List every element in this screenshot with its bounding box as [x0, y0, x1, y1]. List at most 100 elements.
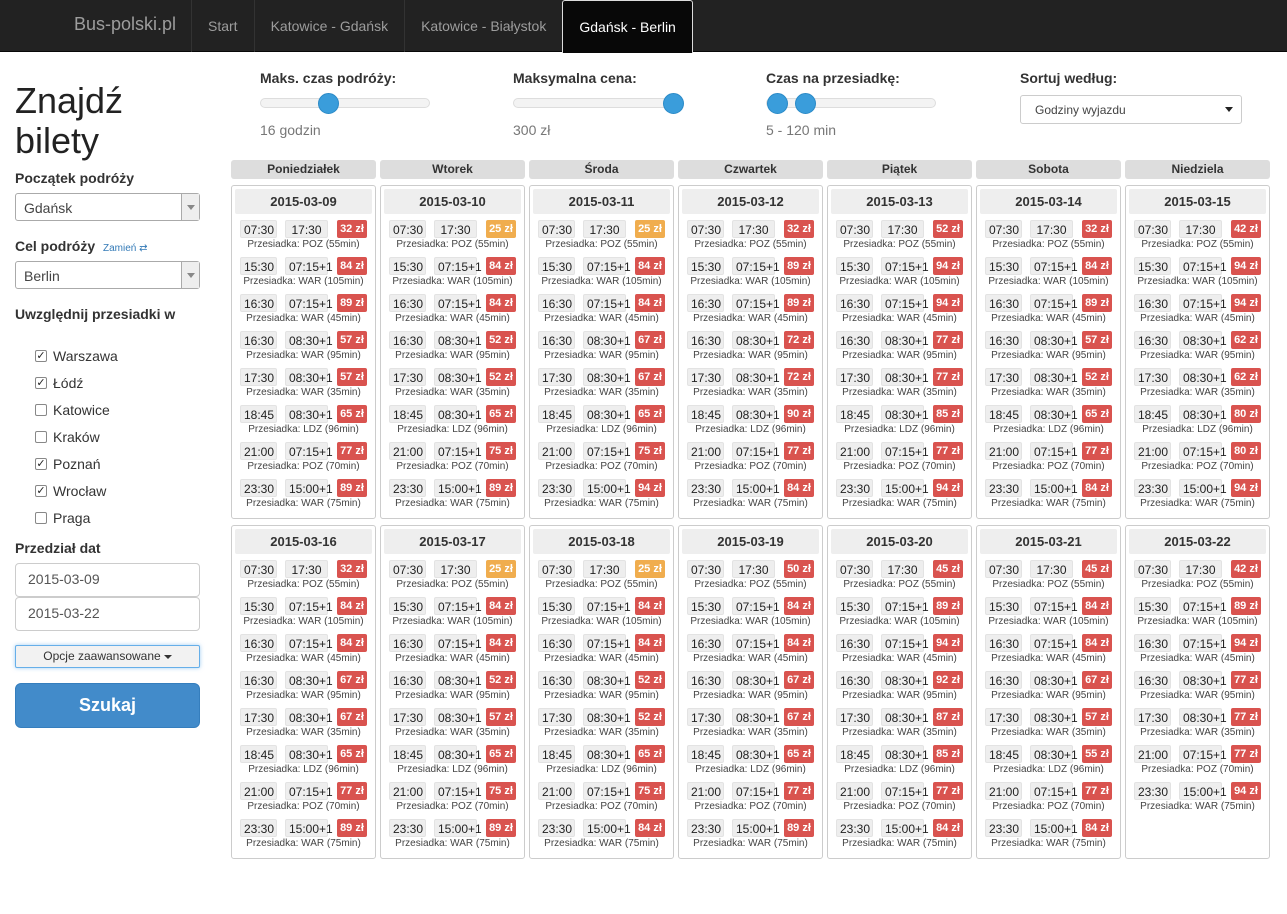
trip-item[interactable]: 23:30 15:00+1 84 zł Przesiadka: WAR (75min): [533, 818, 670, 855]
price-badge[interactable]: 75 zł: [486, 441, 516, 460]
trip-item[interactable]: 23:30 15:00+1 89 zł Przesiadka: WAR (75min): [384, 818, 521, 855]
trip-item[interactable]: 23:30 15:00+1 84 zł Przesiadka: WAR (75min): [980, 478, 1117, 515]
nav-katowice-bialystok[interactable]: Katowice - Białystok: [404, 0, 562, 52]
max-time-slider[interactable]: [260, 93, 430, 114]
price-badge[interactable]: 84 zł: [486, 596, 516, 615]
trip-item[interactable]: 15:30 07:15+1 84 zł Przesiadka: WAR (105min…: [533, 256, 670, 293]
price-badge[interactable]: 32 zł: [784, 219, 814, 238]
slider-handle[interactable]: [663, 93, 684, 114]
price-badge[interactable]: 67 zł: [784, 707, 814, 726]
price-badge[interactable]: 84 zł: [1082, 596, 1112, 615]
price-badge[interactable]: 55 zł: [1082, 744, 1112, 763]
trip-item[interactable]: 07:30 17:30 45 zł Przesiadka: POZ (55min): [980, 559, 1117, 596]
price-badge[interactable]: 52 zł: [1082, 367, 1112, 386]
price-badge[interactable]: 65 zł: [486, 404, 516, 423]
price-badge[interactable]: 62 zł: [1231, 367, 1261, 386]
trip-item[interactable]: 15:30 07:15+1 89 zł Przesiadka: WAR (105min…: [682, 256, 819, 293]
price-badge[interactable]: 77 zł: [1082, 781, 1112, 800]
price-badge[interactable]: 52 zł: [486, 367, 516, 386]
price-badge[interactable]: 65 zł: [337, 744, 367, 763]
price-badge[interactable]: 89 zł: [486, 478, 516, 497]
trip-item[interactable]: 21:00 07:15+1 77 zł Przesiadka: POZ (70min): [980, 781, 1117, 818]
price-badge[interactable]: 94 zł: [635, 478, 665, 497]
price-badge[interactable]: 77 zł: [784, 441, 814, 460]
advanced-options-button[interactable]: Opcje zaawansowane: [15, 645, 200, 668]
price-badge[interactable]: 65 zł: [337, 404, 367, 423]
trip-item[interactable]: 21:00 07:15+1 75 zł Przesiadka: POZ (70min): [533, 441, 670, 478]
price-badge[interactable]: 84 zł: [1082, 256, 1112, 275]
price-badge[interactable]: 77 zł: [933, 441, 963, 460]
trip-item[interactable]: 16:30 07:15+1 84 zł Przesiadka: WAR (45min): [980, 633, 1117, 670]
trip-item[interactable]: 07:30 17:30 42 zł Przesiadka: POZ (55min): [1129, 559, 1266, 596]
trip-item[interactable]: 16:30 08:30+1 67 zł Przesiadka: WAR (95min): [533, 330, 670, 367]
price-badge[interactable]: 89 zł: [337, 818, 367, 837]
price-badge[interactable]: 25 zł: [486, 559, 516, 578]
transfer-checkbox-row[interactable]: ✓ Wrocław: [35, 477, 118, 504]
trip-item[interactable]: 23:30 15:00+1 94 zł Przesiadka: WAR (75min): [1129, 781, 1266, 818]
price-badge[interactable]: 77 zł: [933, 330, 963, 349]
trip-item[interactable]: 16:30 08:30+1 57 zł Przesiadka: WAR (95min): [235, 330, 372, 367]
price-badge[interactable]: 67 zł: [1082, 670, 1112, 689]
trip-item[interactable]: 16:30 08:30+1 67 zł Przesiadka: WAR (95min): [682, 670, 819, 707]
trip-item[interactable]: 17:30 08:30+1 57 zł Przesiadka: WAR (35min): [384, 707, 521, 744]
trip-item[interactable]: 23:30 15:00+1 89 zł Przesiadka: WAR (75min): [235, 818, 372, 855]
trip-item[interactable]: 18:45 08:30+1 85 zł Przesiadka: LDZ (96min): [831, 744, 968, 781]
price-badge[interactable]: 84 zł: [784, 596, 814, 615]
price-badge[interactable]: 84 zł: [635, 633, 665, 652]
trip-item[interactable]: 17:30 08:30+1 52 zł Przesiadka: WAR (35min): [384, 367, 521, 404]
price-badge[interactable]: 87 zł: [933, 707, 963, 726]
price-badge[interactable]: 65 zł: [635, 744, 665, 763]
start-select[interactable]: Gdańsk: [15, 193, 200, 221]
price-badge[interactable]: 57 zł: [337, 330, 367, 349]
trip-item[interactable]: 16:30 08:30+1 52 zł Przesiadka: WAR (95min): [384, 670, 521, 707]
trip-item[interactable]: 23:30 15:00+1 94 zł Przesiadka: WAR (75min): [533, 478, 670, 515]
trip-item[interactable]: 21:00 07:15+1 77 zł Przesiadka: POZ (70min): [1129, 744, 1266, 781]
trip-item[interactable]: 16:30 08:30+1 77 zł Przesiadka: WAR (95min): [831, 330, 968, 367]
trip-item[interactable]: 07:30 17:30 25 zł Przesiadka: POZ (55min): [533, 219, 670, 256]
price-badge[interactable]: 89 zł: [486, 818, 516, 837]
slider-handle[interactable]: [317, 93, 339, 114]
trip-item[interactable]: 23:30 15:00+1 94 zł Przesiadka: WAR (75min): [831, 478, 968, 515]
price-badge[interactable]: 77 zł: [933, 367, 963, 386]
trip-item[interactable]: 16:30 07:15+1 84 zł Przesiadka: WAR (45min): [533, 633, 670, 670]
sort-select[interactable]: Godziny wyjazdu: [1020, 95, 1242, 124]
trip-item[interactable]: 17:30 08:30+1 57 zł Przesiadka: WAR (35min): [235, 367, 372, 404]
trip-item[interactable]: 07:30 17:30 50 zł Przesiadka: POZ (55min): [682, 559, 819, 596]
trip-item[interactable]: 07:30 17:30 32 zł Przesiadka: POZ (55min): [682, 219, 819, 256]
price-badge[interactable]: 62 zł: [1231, 330, 1261, 349]
price-badge[interactable]: 57 zł: [337, 367, 367, 386]
trip-item[interactable]: 17:30 08:30+1 67 zł Przesiadka: WAR (35min): [235, 707, 372, 744]
date-to-input[interactable]: 2015-03-22: [15, 597, 200, 631]
trip-item[interactable]: 21:00 07:15+1 80 zł Przesiadka: POZ (70min): [1129, 441, 1266, 478]
price-badge[interactable]: 52 zł: [486, 330, 516, 349]
price-badge[interactable]: 65 zł: [486, 744, 516, 763]
price-badge[interactable]: 85 zł: [933, 744, 963, 763]
price-badge[interactable]: 84 zł: [1082, 633, 1112, 652]
price-badge[interactable]: 89 zł: [337, 293, 367, 312]
swap-link[interactable]: Zamień ⇄: [103, 243, 148, 254]
trip-item[interactable]: 21:00 07:15+1 77 zł Przesiadka: POZ (70min): [682, 441, 819, 478]
trip-item[interactable]: 07:30 17:30 25 zł Przesiadka: POZ (55min): [384, 559, 521, 596]
price-badge[interactable]: 84 zł: [486, 293, 516, 312]
price-badge[interactable]: 32 zł: [337, 559, 367, 578]
trip-item[interactable]: 15:30 07:15+1 84 zł Przesiadka: WAR (105min…: [533, 596, 670, 633]
price-badge[interactable]: 57 zł: [1082, 707, 1112, 726]
trip-item[interactable]: 23:30 15:00+1 84 zł Przesiadka: WAR (75min): [682, 478, 819, 515]
price-badge[interactable]: 84 zł: [1082, 818, 1112, 837]
trip-item[interactable]: 15:30 07:15+1 84 zł Przesiadka: WAR (105min…: [384, 256, 521, 293]
price-badge[interactable]: 89 zł: [784, 293, 814, 312]
trip-item[interactable]: 16:30 07:15+1 94 zł Przesiadka: WAR (45min): [1129, 633, 1266, 670]
trip-item[interactable]: 17:30 08:30+1 62 zł Przesiadka: WAR (35min): [1129, 367, 1266, 404]
trip-item[interactable]: 21:00 07:15+1 77 zł Przesiadka: POZ (70min): [980, 441, 1117, 478]
search-button[interactable]: Szukaj: [15, 683, 200, 728]
price-badge[interactable]: 94 zł: [1231, 781, 1261, 800]
transfer-checkbox-row[interactable]: Katowice: [35, 396, 118, 423]
trip-item[interactable]: 18:45 08:30+1 85 zł Przesiadka: LDZ (96min): [831, 404, 968, 441]
price-badge[interactable]: 89 zł: [1231, 596, 1261, 615]
trip-item[interactable]: 16:30 08:30+1 67 zł Przesiadka: WAR (95min): [980, 670, 1117, 707]
price-badge[interactable]: 94 zł: [933, 478, 963, 497]
trip-item[interactable]: 17:30 08:30+1 77 zł Przesiadka: WAR (35min): [1129, 707, 1266, 744]
price-badge[interactable]: 67 zł: [337, 707, 367, 726]
trip-item[interactable]: 21:00 07:15+1 77 zł Przesiadka: POZ (70min): [235, 781, 372, 818]
price-badge[interactable]: 72 zł: [784, 367, 814, 386]
